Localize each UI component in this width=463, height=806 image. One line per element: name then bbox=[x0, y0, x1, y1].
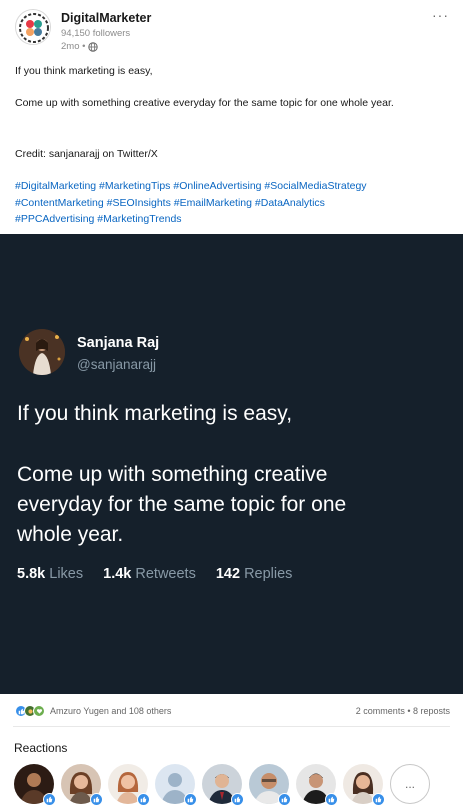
retweets-label: Retweets bbox=[135, 566, 196, 582]
tweet-author-avatar bbox=[19, 329, 65, 375]
post-text-line2: Come up with something creative everyday… bbox=[15, 97, 394, 109]
reactions-heading: Reactions bbox=[14, 741, 68, 755]
like-icon bbox=[231, 793, 244, 806]
reactor-avatar[interactable] bbox=[296, 764, 338, 806]
likes-label: Likes bbox=[49, 566, 84, 582]
more-reactors-button[interactable]: ... bbox=[390, 764, 430, 804]
tweet-author-name: Sanjana Raj bbox=[77, 335, 160, 351]
company-logo[interactable] bbox=[15, 9, 51, 45]
tweet-screenshot-image[interactable]: Sanjana Raj @sanjanarajj If you think ma… bbox=[0, 234, 463, 694]
post-text-line1: If you think marketing is easy, bbox=[15, 65, 153, 77]
hashtag[interactable]: #PPCAdvertising bbox=[15, 213, 94, 225]
tweet-likes: 5.8k Likes bbox=[17, 566, 83, 582]
tweet-author-handle: @sanjanarajj bbox=[77, 357, 156, 372]
follower-count: 94,150 followers bbox=[61, 28, 131, 39]
tweet-stats: 5.8k Likes 1.4k Retweets 142 Replies bbox=[17, 566, 292, 582]
like-icon bbox=[184, 793, 197, 806]
reaction-icons[interactable] bbox=[15, 705, 45, 717]
hashtag[interactable]: #DigitalMarketing bbox=[15, 180, 96, 192]
reactor-avatar[interactable] bbox=[61, 764, 103, 806]
reactor-avatar[interactable] bbox=[108, 764, 150, 806]
post-meta: 2mo • bbox=[61, 41, 99, 52]
reactor-avatar[interactable] bbox=[202, 764, 244, 806]
tweet-text-line: everyday for the same topic for one bbox=[17, 493, 347, 516]
reactor-avatar-placeholder[interactable] bbox=[155, 764, 197, 806]
like-icon bbox=[137, 793, 150, 806]
retweets-count: 1.4k bbox=[103, 566, 132, 582]
reactors-summary[interactable]: Amzuro Yugen and 108 others bbox=[50, 706, 171, 716]
support-icon bbox=[33, 705, 45, 717]
post-age: 2mo • bbox=[61, 41, 86, 52]
like-icon bbox=[278, 793, 291, 806]
more-options-button[interactable]: ··· bbox=[432, 7, 449, 23]
tweet-text-line: Come up with something creative bbox=[17, 463, 328, 486]
tweet-replies: 142 Replies bbox=[216, 566, 293, 582]
hashtag[interactable]: #SEOInsights bbox=[107, 197, 171, 209]
hashtag[interactable]: #DataAnalytics bbox=[255, 197, 325, 209]
likes-count: 5.8k bbox=[17, 566, 46, 582]
reactor-avatar[interactable] bbox=[14, 764, 56, 806]
tweet-text-line: If you think marketing is easy, bbox=[17, 402, 293, 425]
globe-icon bbox=[88, 41, 99, 52]
post-header: DigitalMarketer 94,150 followers 2mo • ·… bbox=[0, 0, 463, 58]
replies-label: Replies bbox=[244, 566, 293, 582]
social-counts-bar: Amzuro Yugen and 108 others 2 comments •… bbox=[0, 702, 463, 722]
like-icon bbox=[90, 793, 103, 806]
hashtag[interactable]: #MarketingTips bbox=[99, 180, 170, 192]
hashtag[interactable]: #EmailMarketing bbox=[174, 197, 252, 209]
tweet-retweets: 1.4k Retweets bbox=[103, 566, 196, 582]
reactor-avatar[interactable] bbox=[343, 764, 385, 806]
like-icon bbox=[43, 793, 56, 806]
post-credit: Credit: sanjanarajj on Twitter/X bbox=[15, 148, 158, 160]
company-name[interactable]: DigitalMarketer bbox=[61, 11, 151, 25]
comments-reposts-count[interactable]: 2 comments • 8 reposts bbox=[356, 706, 450, 716]
tweet-text-line: whole year. bbox=[17, 523, 124, 546]
hashtag[interactable]: #SocialMediaStrategy bbox=[264, 180, 366, 192]
hashtag[interactable]: #ContentMarketing bbox=[15, 197, 104, 209]
reactor-avatar-list: ... bbox=[14, 764, 430, 806]
hashtag-list: #DigitalMarketing #MarketingTips #Online… bbox=[15, 178, 455, 228]
replies-count: 142 bbox=[215, 566, 241, 582]
reactor-avatar[interactable] bbox=[249, 764, 291, 806]
like-icon bbox=[372, 793, 385, 806]
divider bbox=[13, 726, 450, 727]
hashtag[interactable]: #MarketingTrends bbox=[97, 213, 181, 225]
hashtag[interactable]: #OnlineAdvertising bbox=[173, 180, 261, 192]
like-icon bbox=[325, 793, 338, 806]
